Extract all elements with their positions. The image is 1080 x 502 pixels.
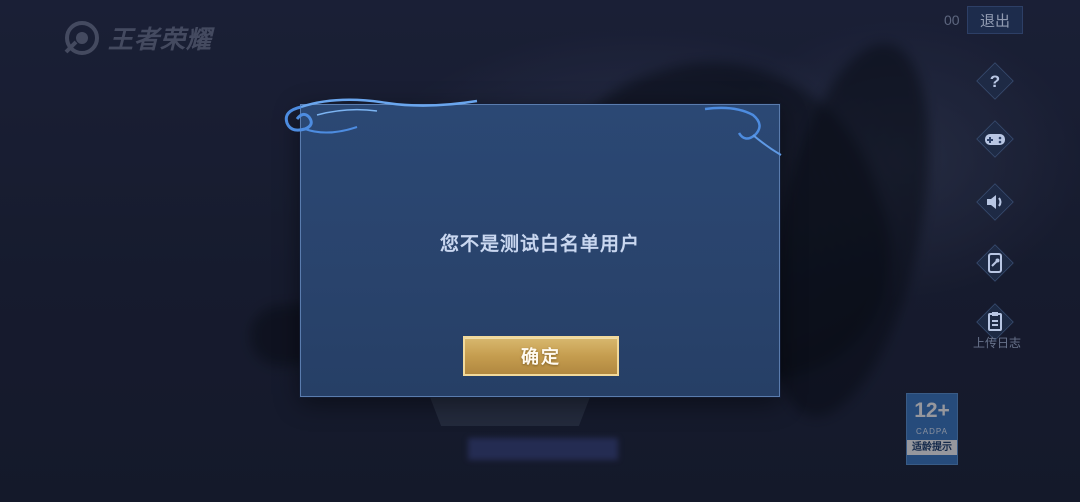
svg-text:?: ?	[990, 72, 1000, 91]
speaker-icon	[987, 195, 1002, 209]
help-icon: ?	[990, 72, 1000, 91]
confirm-button[interactable]: 确定	[463, 336, 619, 376]
game-screen: 王者荣耀 00 退出 ? 上传日志 12+ CADPA 适龄提示 您不是测试白名…	[0, 0, 1080, 502]
alert-dialog: 您不是测试白名单用户 确定	[284, 98, 782, 397]
phone-repair-icon	[988, 253, 1002, 273]
cloud-ornament-right-icon	[704, 106, 782, 156]
dialog-message: 您不是测试白名单用户	[439, 233, 640, 255]
cloud-ornament-left-icon	[284, 98, 478, 134]
gamepad-icon	[985, 134, 1005, 145]
upload-log-icon	[988, 312, 1002, 331]
